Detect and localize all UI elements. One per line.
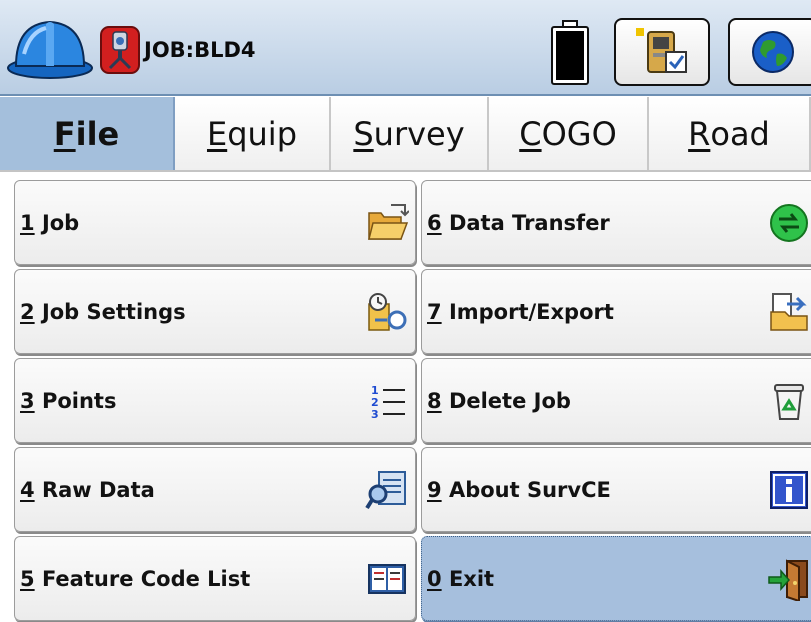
job-num: 1	[20, 210, 35, 235]
tab-road-rest: oad	[710, 114, 770, 153]
instrument-icon	[636, 28, 687, 73]
code-book-icon	[368, 563, 406, 594]
transfer-icon	[770, 203, 808, 242]
raw-data-button[interactable]: 4 Raw Data	[14, 447, 416, 532]
tab-cogo-rest: OGO	[541, 114, 617, 153]
tab-road-accel: R	[688, 114, 711, 153]
tab-equip[interactable]: Equip	[175, 97, 331, 170]
tab-survey[interactable]: Survey	[331, 97, 489, 170]
about-survce-num: 9	[427, 477, 442, 502]
hardhat-icon[interactable]	[6, 14, 94, 82]
globe-icon	[752, 31, 794, 73]
job-settings-num: 2	[20, 299, 35, 324]
file-menu: 1 Job 2 Job Settings 3 Points 1 2 3 4 Ra…	[0, 174, 811, 622]
tab-survey-rest: urvey	[373, 114, 465, 153]
tab-file-rest: ile	[75, 114, 120, 153]
exit-label: Exit	[448, 566, 495, 591]
tab-equip-accel: E	[206, 114, 228, 153]
tab-file[interactable]: File	[0, 97, 175, 170]
settings-key-icon	[368, 292, 407, 331]
feature-code-list-button[interactable]: 5 Feature Code List	[14, 536, 416, 621]
exit-door-icon	[768, 558, 808, 601]
tab-cogo[interactable]: C OGO	[489, 97, 649, 170]
tab-equip-rest: quip	[227, 114, 297, 153]
globe-button[interactable]	[728, 18, 811, 86]
points-num: 3	[20, 388, 35, 413]
app-logo-icon	[100, 26, 140, 74]
about-survce-label: About SurvCE	[448, 477, 611, 502]
job-settings-button[interactable]: 2 Job Settings	[14, 269, 416, 354]
import-export-icon	[770, 292, 808, 331]
tab-file-accel: F	[53, 114, 76, 153]
battery-icon	[551, 20, 589, 85]
feature-code-list-label: Feature Code List	[41, 566, 251, 591]
data-transfer-button[interactable]: 6 Data Transfer	[421, 180, 811, 265]
import-export-num: 7	[427, 299, 442, 324]
open-folder-icon	[368, 203, 409, 240]
points-label: Points	[41, 388, 117, 413]
delete-job-label: Delete Job	[448, 388, 571, 413]
points-button[interactable]: 3 Points 1 2 3	[14, 358, 416, 443]
raw-data-num: 4	[20, 477, 35, 502]
import-export-label: Import/Export	[448, 299, 614, 324]
job-label: Job	[41, 210, 80, 235]
data-transfer-num: 6	[427, 210, 442, 235]
tab-survey-accel: S	[353, 114, 374, 153]
info-icon	[770, 470, 808, 509]
numbered-list-icon: 1 2 3	[371, 384, 405, 421]
raw-data-label: Raw Data	[41, 477, 155, 502]
exit-button[interactable]: 0 Exit	[421, 536, 811, 621]
tab-road[interactable]: Road	[649, 97, 811, 170]
exit-num: 0	[427, 566, 442, 591]
raw-data-icon	[365, 470, 406, 509]
main-tabs: File Equip Survey C OGO Road	[0, 97, 811, 172]
about-survce-button[interactable]: 9 About SurvCE	[421, 447, 811, 532]
tab-cogo-accel: C	[519, 114, 542, 153]
recycle-bin-icon	[774, 383, 804, 420]
instrument-button[interactable]	[614, 18, 710, 86]
delete-job-num: 8	[427, 388, 442, 413]
import-export-button[interactable]: 7 Import/Export	[421, 269, 811, 354]
job-title: JOB:BLD4	[144, 38, 256, 62]
feature-code-list-num: 5	[20, 566, 35, 591]
job-button[interactable]: 1 Job	[14, 180, 416, 265]
svg-text:3: 3	[371, 408, 379, 421]
data-transfer-label: Data Transfer	[448, 210, 610, 235]
delete-job-button[interactable]: 8 Delete Job	[421, 358, 811, 443]
title-bar: JOB:BLD4	[0, 0, 811, 96]
job-settings-label: Job Settings	[41, 299, 186, 324]
